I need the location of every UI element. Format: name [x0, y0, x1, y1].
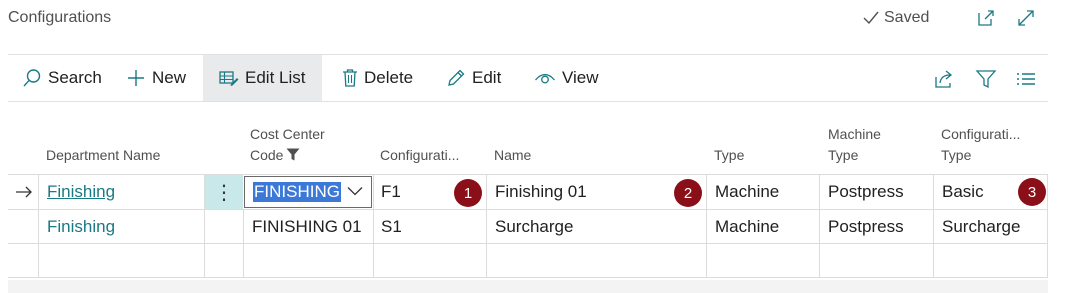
edit-list-icon [219, 71, 239, 86]
new-label: New [152, 68, 187, 87]
cost-center-code-value: FINISHING [253, 182, 341, 202]
configuration-type-cell[interactable]: Surcharge [942, 210, 1020, 243]
delete-button[interactable]: Delete [342, 55, 413, 101]
type-cell[interactable]: Machine [715, 210, 779, 243]
table-row[interactable]: Finishing ⋮ FINISHING F1 1 Finishing 01 … [8, 174, 1048, 209]
machine-type-header-line1: Machine [828, 126, 881, 142]
configuration-cell[interactable]: S1 [381, 210, 402, 243]
cost-center-header-line1: Cost Center [250, 126, 325, 142]
type-cell[interactable]: Machine [715, 175, 779, 209]
cost-center-code-cell[interactable]: FINISHING 01 [252, 210, 362, 243]
check-icon [863, 11, 879, 25]
filter-icon[interactable] [975, 68, 997, 90]
more-options-icon[interactable]: ⋮ [205, 175, 243, 209]
column-header-department-name[interactable]: Department Name [46, 145, 160, 166]
page-title: Configurations [8, 9, 112, 26]
plus-icon [128, 70, 144, 86]
name-cell[interactable]: Finishing 01 [495, 175, 587, 209]
list-icon[interactable] [1015, 68, 1037, 90]
action-bar: Search New Edit List Delete Edit View [8, 54, 1048, 102]
configuration-type-cell[interactable]: Basic [942, 175, 984, 209]
machine-type-header-line2: Type [828, 147, 859, 163]
edit-button[interactable]: Edit [446, 55, 501, 101]
search-button[interactable]: Search [22, 55, 102, 101]
eye-icon [535, 73, 555, 84]
empty-table-row[interactable] [8, 243, 1048, 278]
open-in-new-window-icon[interactable] [976, 8, 996, 28]
column-header-configuration-type[interactable]: Configurati... Type [941, 124, 1020, 166]
search-label: Search [48, 68, 102, 87]
table-row[interactable]: Finishing FINISHING 01 S1 Surcharge Mach… [8, 209, 1048, 243]
new-button[interactable]: New [126, 55, 186, 101]
expand-icon[interactable] [1016, 8, 1036, 28]
saved-status: Saved [862, 9, 929, 27]
chevron-down-icon [347, 187, 363, 196]
machine-type-cell[interactable]: Postpress [828, 210, 904, 243]
callout-badge-1: 1 [454, 179, 482, 207]
column-header-cost-center-code[interactable]: Cost Center Code [250, 124, 325, 166]
callout-badge-2: 2 [674, 179, 702, 207]
share-icon[interactable] [933, 68, 955, 90]
name-cell[interactable]: Surcharge [495, 210, 573, 243]
delete-label: Delete [364, 68, 414, 87]
configuration-cell[interactable]: F1 [381, 175, 401, 209]
row-arrow-icon [16, 186, 32, 198]
column-header-configuration[interactable]: Configurati... [380, 145, 459, 166]
callout-badge-3: 3 [1018, 178, 1046, 206]
trash-icon [343, 69, 357, 87]
column-header-name[interactable]: Name [494, 145, 531, 166]
cost-center-code-select[interactable]: FINISHING [244, 176, 372, 208]
cost-center-header-line2: Code [250, 147, 284, 163]
edit-list-button[interactable]: Edit List [203, 55, 322, 101]
department-link[interactable]: Finishing [47, 182, 115, 202]
funnel-icon [286, 148, 300, 161]
machine-type-cell[interactable]: Postpress [828, 175, 904, 209]
configuration-type-header-line1: Configurati... [941, 126, 1021, 142]
department-link[interactable]: Finishing [47, 217, 115, 237]
saved-label: Saved [884, 9, 930, 26]
search-icon [23, 69, 41, 87]
edit-list-label: Edit List [245, 68, 306, 87]
grid-footer [8, 280, 1048, 293]
page-header: Configurations Saved [0, 0, 1084, 52]
column-header-type[interactable]: Type [714, 145, 744, 166]
column-header-machine-type[interactable]: Machine Type [828, 124, 881, 166]
pencil-icon [448, 69, 465, 86]
edit-label: Edit [472, 68, 502, 87]
view-button[interactable]: View [534, 55, 599, 101]
configuration-type-header-line2: Type [941, 147, 972, 163]
view-label: View [562, 68, 599, 87]
